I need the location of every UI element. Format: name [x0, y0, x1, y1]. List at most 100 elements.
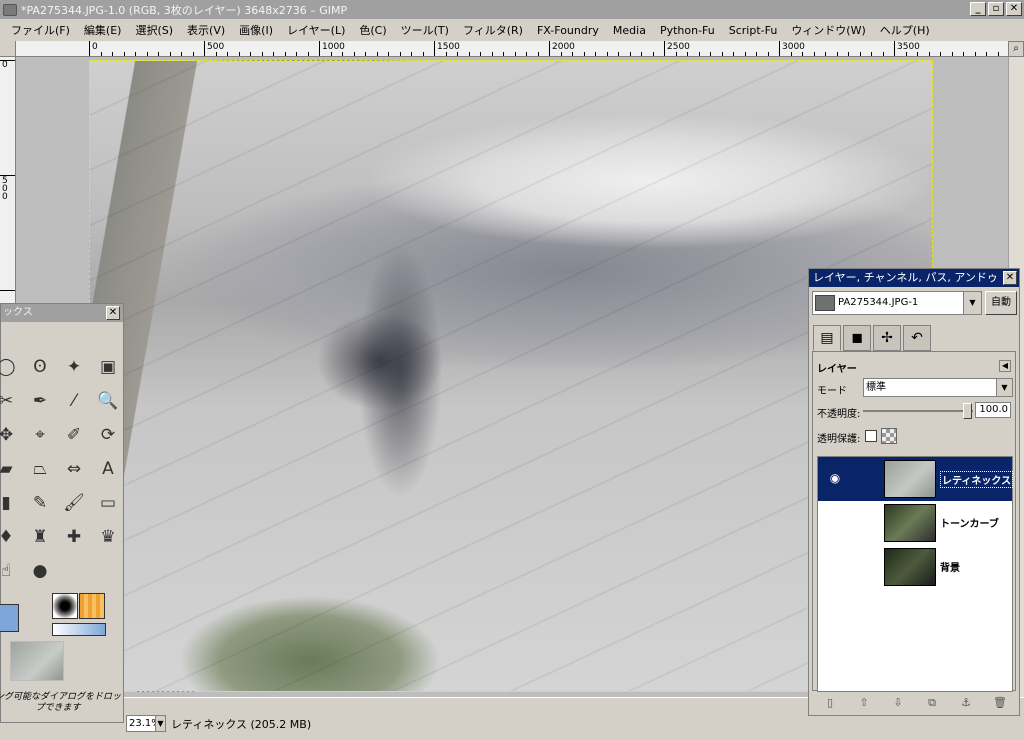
navigate-corner-icon[interactable]: ⌕	[1008, 41, 1024, 57]
crop-icon[interactable]: ✐	[57, 418, 91, 452]
minimize-button[interactable]: _	[970, 2, 986, 16]
new-layer-icon[interactable]: ▯	[822, 695, 838, 711]
delete-layer-icon[interactable]: 🗑	[992, 695, 1008, 711]
paths-icon[interactable]: ✒	[23, 384, 57, 418]
pencil-icon[interactable]: ✎	[23, 486, 57, 520]
color-select-icon[interactable]: ▣	[91, 350, 125, 384]
menu-edit[interactable]: 編集(E)	[77, 22, 129, 38]
color-picker-icon[interactable]: ⁄	[57, 384, 91, 418]
anchor-layer-icon[interactable]: ⚓	[958, 695, 974, 711]
layers-tab-icon[interactable]: ▤	[813, 325, 841, 351]
close-button[interactable]: ✕	[1006, 2, 1022, 16]
chevron-down-icon[interactable]: ▼	[963, 292, 981, 314]
lower-layer-icon[interactable]: ⇩	[890, 695, 906, 711]
eye-icon[interactable]: ◉	[826, 471, 844, 485]
layer-name[interactable]: レティネックス	[940, 471, 1014, 488]
eye-icon[interactable]	[826, 559, 844, 573]
smudge-icon[interactable]: ☝	[0, 554, 23, 588]
scale-icon[interactable]: ▰	[0, 452, 23, 486]
eye-icon[interactable]	[826, 515, 844, 529]
toolbox-title[interactable]: ックス ✕	[1, 304, 123, 322]
zoom-icon[interactable]: 🔍	[91, 384, 125, 418]
mode-select[interactable]: 標準 ▼	[863, 378, 1013, 397]
dodge-burn-icon[interactable]: ●	[23, 554, 57, 588]
toolbox-close-button[interactable]: ✕	[106, 306, 120, 320]
layer-list[interactable]: ◉ レティネックス トーンカーブ 背景	[817, 456, 1014, 692]
paths-tab-icon[interactable]: ✢	[873, 325, 901, 351]
ruler-minor-tick	[100, 52, 102, 56]
ruler-minor-tick	[135, 52, 136, 56]
ruler-label: 0	[2, 60, 8, 70]
menu-filters[interactable]: フィルタ(R)	[456, 22, 530, 38]
menu-python-fu[interactable]: Python-Fu	[653, 24, 722, 37]
maximize-button[interactable]: ▫	[988, 2, 1004, 16]
horizontal-ruler[interactable]: 0 500 1000 1500 2000 2500 3000 3500	[16, 41, 1008, 57]
zoom-dropdown-icon[interactable]: ▼	[155, 715, 166, 732]
perspective-icon[interactable]: ⏢	[23, 452, 57, 486]
chevron-down-icon[interactable]: ▼	[996, 379, 1012, 396]
ruler-minor-tick	[342, 52, 343, 56]
opacity-label: 不透明度:	[817, 409, 861, 420]
menu-colors[interactable]: 色(C)	[352, 22, 393, 38]
brush-preview[interactable]	[52, 593, 78, 619]
ruler-minor-tick	[457, 52, 458, 56]
eraser-icon[interactable]: ▭	[91, 486, 125, 520]
auto-button[interactable]: 自動	[985, 291, 1017, 315]
menu-image[interactable]: 画像(I)	[232, 22, 280, 38]
opacity-handle[interactable]	[963, 403, 972, 419]
opacity-input[interactable]: 100.0	[975, 402, 1011, 418]
raise-layer-icon[interactable]: ⇧	[856, 695, 872, 711]
lock-alpha-checkbox[interactable]	[865, 430, 877, 442]
menu-windows[interactable]: ウィンドウ(W)	[784, 22, 872, 38]
layer-row[interactable]: 背景	[818, 545, 1012, 589]
ruler-minor-tick	[767, 52, 769, 56]
duplicate-layer-icon[interactable]: ⧉	[924, 695, 940, 711]
ruler-minor-tick	[491, 52, 493, 56]
magic-wand-icon[interactable]: ✦	[57, 350, 91, 384]
text-icon[interactable]: A	[91, 452, 125, 486]
background-color-swatch[interactable]	[0, 604, 19, 632]
layer-row[interactable]: トーンカーブ	[818, 501, 1012, 545]
ruler-corner[interactable]	[0, 41, 16, 57]
dock-close-button[interactable]: ✕	[1003, 271, 1017, 285]
ruler-minor-tick	[388, 52, 389, 56]
perspective-clone-icon[interactable]: ♛	[91, 520, 125, 554]
paintbrush-icon[interactable]: 🖌	[57, 486, 91, 520]
lasso-icon[interactable]: ʘ	[23, 350, 57, 384]
menu-layer[interactable]: レイヤー(L)	[280, 22, 352, 38]
ruler-minor-tick	[618, 52, 619, 56]
heal-icon[interactable]: ✚	[57, 520, 91, 554]
dock-title[interactable]: レイヤー, チャンネル, パス, アンドゥ ✕	[809, 269, 1019, 287]
menu-media[interactable]: Media	[606, 24, 653, 37]
menu-view[interactable]: 表示(V)	[180, 22, 232, 38]
bucket-icon[interactable]: ▮	[0, 486, 23, 520]
airbrush-icon[interactable]: ♦	[0, 520, 23, 554]
image-canvas[interactable]	[89, 60, 933, 692]
layer-name[interactable]: トーンカーブ	[940, 515, 999, 530]
clone-icon[interactable]: ♜	[23, 520, 57, 554]
ruler-major-tick	[89, 41, 90, 56]
undo-tab-icon[interactable]: ↶	[903, 325, 931, 351]
image-selector[interactable]: PA275344.JPG-1 ▼	[812, 291, 982, 315]
menu-tools[interactable]: ツール(T)	[394, 22, 456, 38]
opacity-slider[interactable]	[863, 403, 973, 419]
channels-tab-icon[interactable]: ◼	[843, 325, 871, 351]
layer-row[interactable]: ◉ レティネックス	[818, 457, 1014, 501]
menu-select[interactable]: 選択(S)	[128, 22, 180, 38]
flip-icon[interactable]: ⇔	[57, 452, 91, 486]
scissors-icon[interactable]: ✂	[0, 384, 23, 418]
rotate-icon[interactable]: ⟳	[91, 418, 125, 452]
menu-help[interactable]: ヘルプ(H)	[873, 22, 937, 38]
menu-file[interactable]: ファイル(F)	[4, 22, 77, 38]
move-icon[interactable]: ✥	[0, 418, 23, 452]
menu-script-fu[interactable]: Script-Fu	[722, 24, 785, 37]
color-swatches[interactable]	[0, 599, 27, 634]
menu-fx-foundry[interactable]: FX-Foundry	[530, 24, 606, 37]
ellipse-select-icon[interactable]: ◯	[0, 350, 23, 384]
align-icon[interactable]: ⌖	[23, 418, 57, 452]
layer-name[interactable]: 背景	[940, 559, 960, 574]
pane-menu-icon[interactable]: ◀	[999, 360, 1011, 372]
gradient-preview[interactable]	[52, 623, 106, 636]
pattern-preview[interactable]	[79, 593, 105, 619]
active-image-thumbnail[interactable]	[10, 641, 64, 681]
